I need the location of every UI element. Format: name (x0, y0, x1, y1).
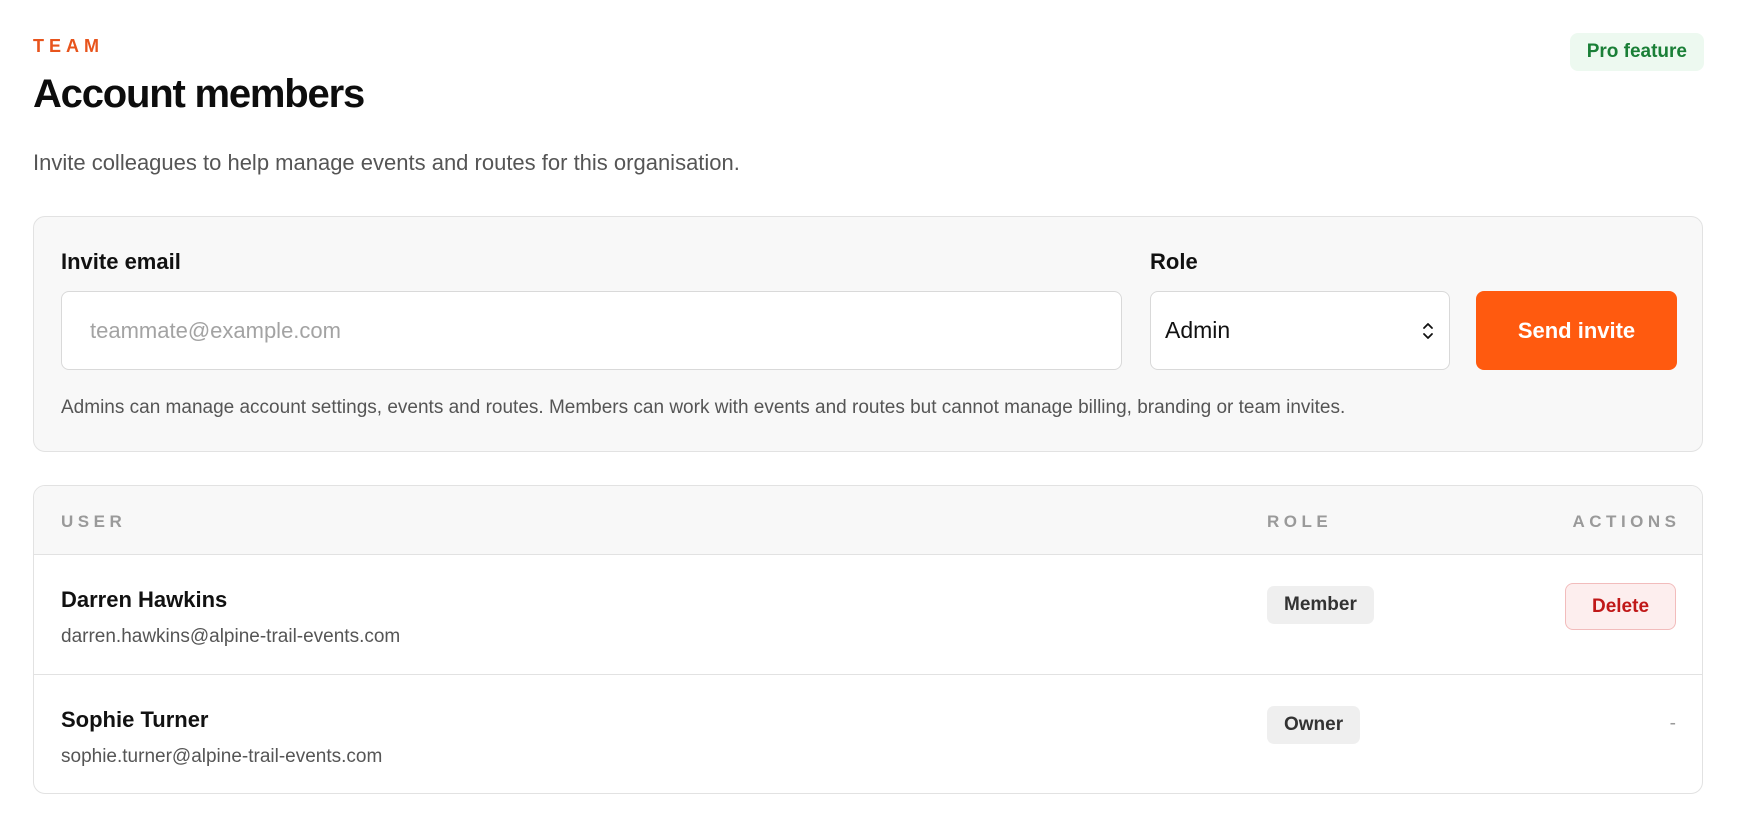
send-invite-button[interactable]: Send invite (1476, 291, 1677, 370)
member-email: sophie.turner@alpine-trail-events.com (61, 746, 383, 767)
role-helper-text: Admins can manage account settings, even… (61, 397, 1346, 418)
role-select[interactable]: Admin (1150, 291, 1450, 370)
role-select-value: Admin (1165, 317, 1231, 343)
invite-form-card: Invite email Role Admin Send invite Admi… (33, 216, 1703, 452)
section-eyebrow: TEAM (33, 36, 104, 56)
members-table: USER ROLE ACTIONS Darren Hawkins darren.… (33, 485, 1703, 794)
member-name: Sophie Turner (61, 707, 209, 732)
role-badge: Owner (1267, 706, 1361, 744)
member-name: Darren Hawkins (61, 587, 228, 612)
invite-email-input[interactable] (61, 291, 1122, 370)
invite-email-label: Invite email (61, 249, 181, 274)
chevron-up-down-icon (1421, 320, 1435, 342)
page-title: Account members (33, 72, 365, 116)
page-subtitle: Invite colleagues to help manage events … (33, 150, 740, 175)
account-members-page: TEAM Pro feature Account members Invite … (0, 0, 1737, 827)
role-badge: Member (1267, 586, 1374, 624)
role-label: Role (1150, 249, 1198, 274)
column-header-user: USER (61, 512, 127, 531)
member-email: darren.hawkins@alpine-trail-events.com (61, 626, 401, 647)
column-header-role: ROLE (1267, 512, 1333, 531)
table-header: USER ROLE ACTIONS (34, 486, 1702, 555)
no-action-placeholder: - (1669, 713, 1676, 734)
table-row: Sophie Turner sophie.turner@alpine-trail… (34, 675, 1702, 793)
delete-member-button[interactable]: Delete (1565, 583, 1676, 630)
table-row: Darren Hawkins darren.hawkins@alpine-tra… (34, 555, 1702, 675)
column-header-actions: ACTIONS (1572, 512, 1681, 531)
pro-feature-badge: Pro feature (1569, 33, 1704, 71)
